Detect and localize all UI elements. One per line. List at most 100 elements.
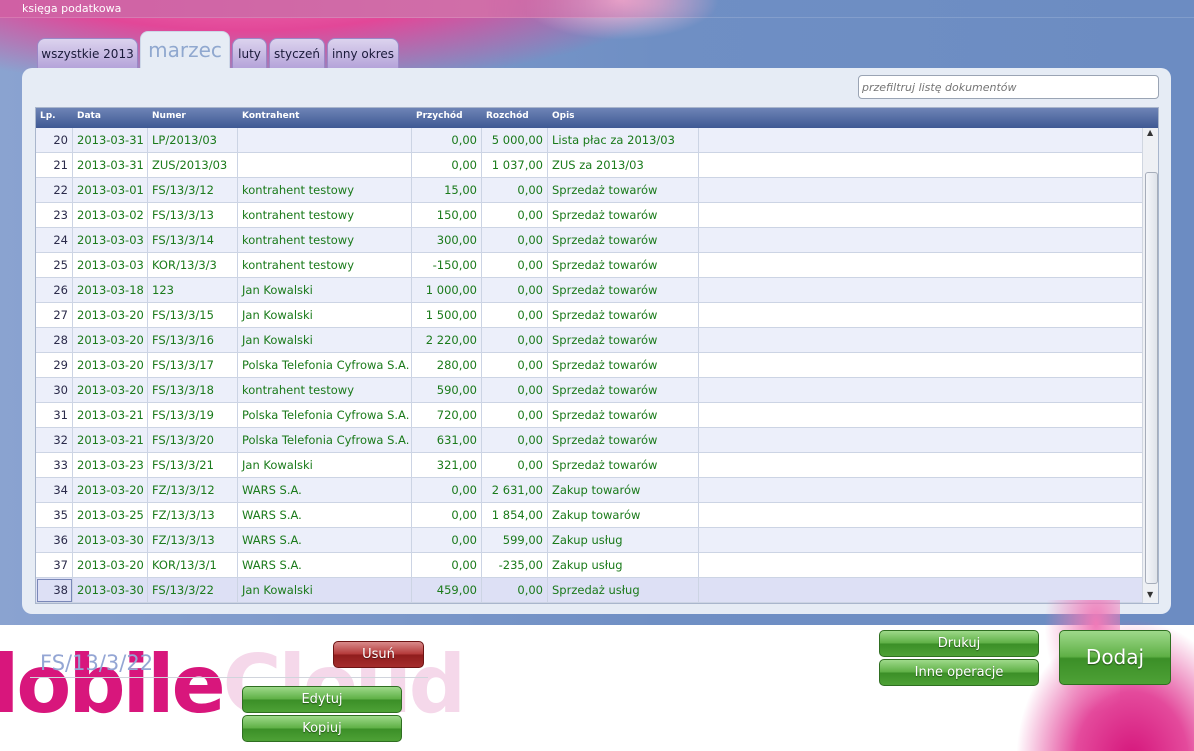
column-header-description[interactable]: Opis [552,111,575,121]
table-row[interactable]: 20 2013-03-31 LP/2013/03 0,00 5 000,00 Lista … [36,128,1142,153]
scroll-up-icon[interactable]: ▲ [1147,128,1153,137]
table-row[interactable]: 24 2013-03-03 FS/13/3/14 kontrahent testowy… [36,228,1142,253]
selected-document-number: FS/13/3/22 [40,651,154,675]
cell-expense: 1 854,00 [482,503,548,528]
cell-lp: 38 [36,578,73,603]
table-row[interactable]: 21 2013-03-31 ZUS/2013/03 0,00 1 037,00 ZUS z… [36,153,1142,178]
print-button[interactable]: Drukuj [879,630,1039,657]
cell-contractor: Jan Kowalski [238,328,412,353]
cell-empty [699,353,1142,378]
table-row[interactable]: 25 2013-03-03 KOR/13/3/3 kontrahent testowy… [36,253,1142,278]
column-header-contractor[interactable]: Kontrahent [242,111,299,121]
table-row[interactable]: 30 2013-03-20 FS/13/3/18 kontrahent testowy… [36,378,1142,403]
cell-income: 1 000,00 [412,278,482,303]
table-row[interactable]: 37 2013-03-20 KOR/13/3/1 WARS S.A. 0,00 -235,… [36,553,1142,578]
cell-date: 2013-03-23 [73,453,148,478]
cell-expense: 0,00 [482,228,548,253]
cell-empty [699,328,1142,353]
documents-table: Lp. Data Numer Kontrahent Przychód Rozch… [35,107,1159,604]
cell-date: 2013-03-03 [73,228,148,253]
cell-lp: 34 [36,478,73,503]
tab-all-2013[interactable]: wszystkie 2013 [37,38,138,70]
column-header-income[interactable]: Przychód [416,111,463,121]
cell-contractor: Polska Telefonia Cyfrowa S.A. [238,353,412,378]
tab-march[interactable]: marzec [140,31,230,70]
cell-empty [699,378,1142,403]
cell-income: 459,00 [412,578,482,603]
copy-button[interactable]: Kopiuj [242,715,402,742]
table-row[interactable]: 23 2013-03-02 FS/13/3/13 kontrahent testowy… [36,203,1142,228]
column-header-number[interactable]: Numer [152,111,186,121]
table-row[interactable]: 34 2013-03-20 FZ/13/3/12 WARS S.A. 0,00 2 631… [36,478,1142,503]
cell-income: 0,00 [412,553,482,578]
window-title: księga podatkowa [22,2,122,15]
cell-contractor: kontrahent testowy [238,203,412,228]
cell-empty [699,153,1142,178]
cell-lp: 24 [36,228,73,253]
table-row[interactable]: 35 2013-03-25 FZ/13/3/13 WARS S.A. 0,00 1 854… [36,503,1142,528]
other-operations-button[interactable]: Inne operacje [879,659,1039,686]
column-header-expense[interactable]: Rozchód [486,111,529,121]
table-row[interactable]: 31 2013-03-21 FS/13/3/19 Polska Telefonia C… [36,403,1142,428]
cell-expense: 1 037,00 [482,153,548,178]
cell-lp: 37 [36,553,73,578]
cell-empty [699,228,1142,253]
cell-expense: 5 000,00 [482,128,548,153]
table-row[interactable]: 29 2013-03-20 FS/13/3/17 Polska Telefonia C… [36,353,1142,378]
cell-lp: 36 [36,528,73,553]
cell-contractor: WARS S.A. [238,553,412,578]
cell-number: LP/2013/03 [148,128,238,153]
column-header-lp[interactable]: Lp. [40,111,56,121]
cell-date: 2013-03-30 [73,578,148,603]
add-button[interactable]: Dodaj [1059,630,1171,685]
table-row[interactable]: 26 2013-03-18 123 Jan Kowalski 1 000,00 0,00 S… [36,278,1142,303]
cell-income: -150,00 [412,253,482,278]
table-row[interactable]: 28 2013-03-20 FS/13/3/16 Jan Kowalski 2 220,… [36,328,1142,353]
cell-expense: 2 631,00 [482,478,548,503]
cell-number: FS/13/3/21 [148,453,238,478]
tab-january[interactable]: styczeń [269,38,325,70]
cell-empty [699,478,1142,503]
cell-contractor: Jan Kowalski [238,453,412,478]
cell-expense: 0,00 [482,303,548,328]
table-row[interactable]: 38 2013-03-30 FS/13/3/22 Jan Kowalski 459,00… [36,578,1142,603]
cell-lp: 25 [36,253,73,278]
table-row[interactable]: 22 2013-03-01 FS/13/3/12 kontrahent testowy… [36,178,1142,203]
scrollbar-thumb[interactable] [1145,172,1158,584]
vertical-scrollbar[interactable]: ▲ ▼ [1142,128,1158,603]
column-header-date[interactable]: Data [77,111,101,121]
cell-lp: 30 [36,378,73,403]
cell-date: 2013-03-31 [73,153,148,178]
cell-expense: 0,00 [482,178,548,203]
cell-expense: 0,00 [482,253,548,278]
table-row[interactable]: 32 2013-03-21 FS/13/3/20 Polska Telefonia C… [36,428,1142,453]
edit-button[interactable]: Edytuj [242,686,402,713]
cell-number: FS/13/3/18 [148,378,238,403]
cell-empty [699,278,1142,303]
table-row[interactable]: 27 2013-03-20 FS/13/3/15 Jan Kowalski 1 500,… [36,303,1142,328]
filter-input[interactable] [858,75,1159,99]
cell-number: FS/13/3/15 [148,303,238,328]
delete-button[interactable]: Usuń [333,641,424,668]
cell-lp: 35 [36,503,73,528]
cell-empty [699,178,1142,203]
cell-income: 0,00 [412,128,482,153]
cell-date: 2013-03-20 [73,553,148,578]
cell-lp: 31 [36,403,73,428]
table-row[interactable]: 36 2013-03-30 FZ/13/3/13 WARS S.A. 0,00 599,0… [36,528,1142,553]
cell-contractor: kontrahent testowy [238,253,412,278]
cell-contractor: Jan Kowalski [238,278,412,303]
table-body: 20 2013-03-31 LP/2013/03 0,00 5 000,00 Lista … [36,128,1142,603]
tab-february[interactable]: luty [232,38,267,70]
cell-number: FS/13/3/16 [148,328,238,353]
cell-date: 2013-03-02 [73,203,148,228]
cell-number: FS/13/3/12 [148,178,238,203]
cell-description: Sprzedaż towarów [548,253,699,278]
cell-description: Zakup usług [548,528,699,553]
tab-other-period[interactable]: inny okres [327,38,399,70]
table-row[interactable]: 33 2013-03-23 FS/13/3/21 Jan Kowalski 321,00… [36,453,1142,478]
cell-income: 321,00 [412,453,482,478]
cell-income: 150,00 [412,203,482,228]
scroll-down-icon[interactable]: ▼ [1147,590,1153,599]
cell-contractor: kontrahent testowy [238,228,412,253]
